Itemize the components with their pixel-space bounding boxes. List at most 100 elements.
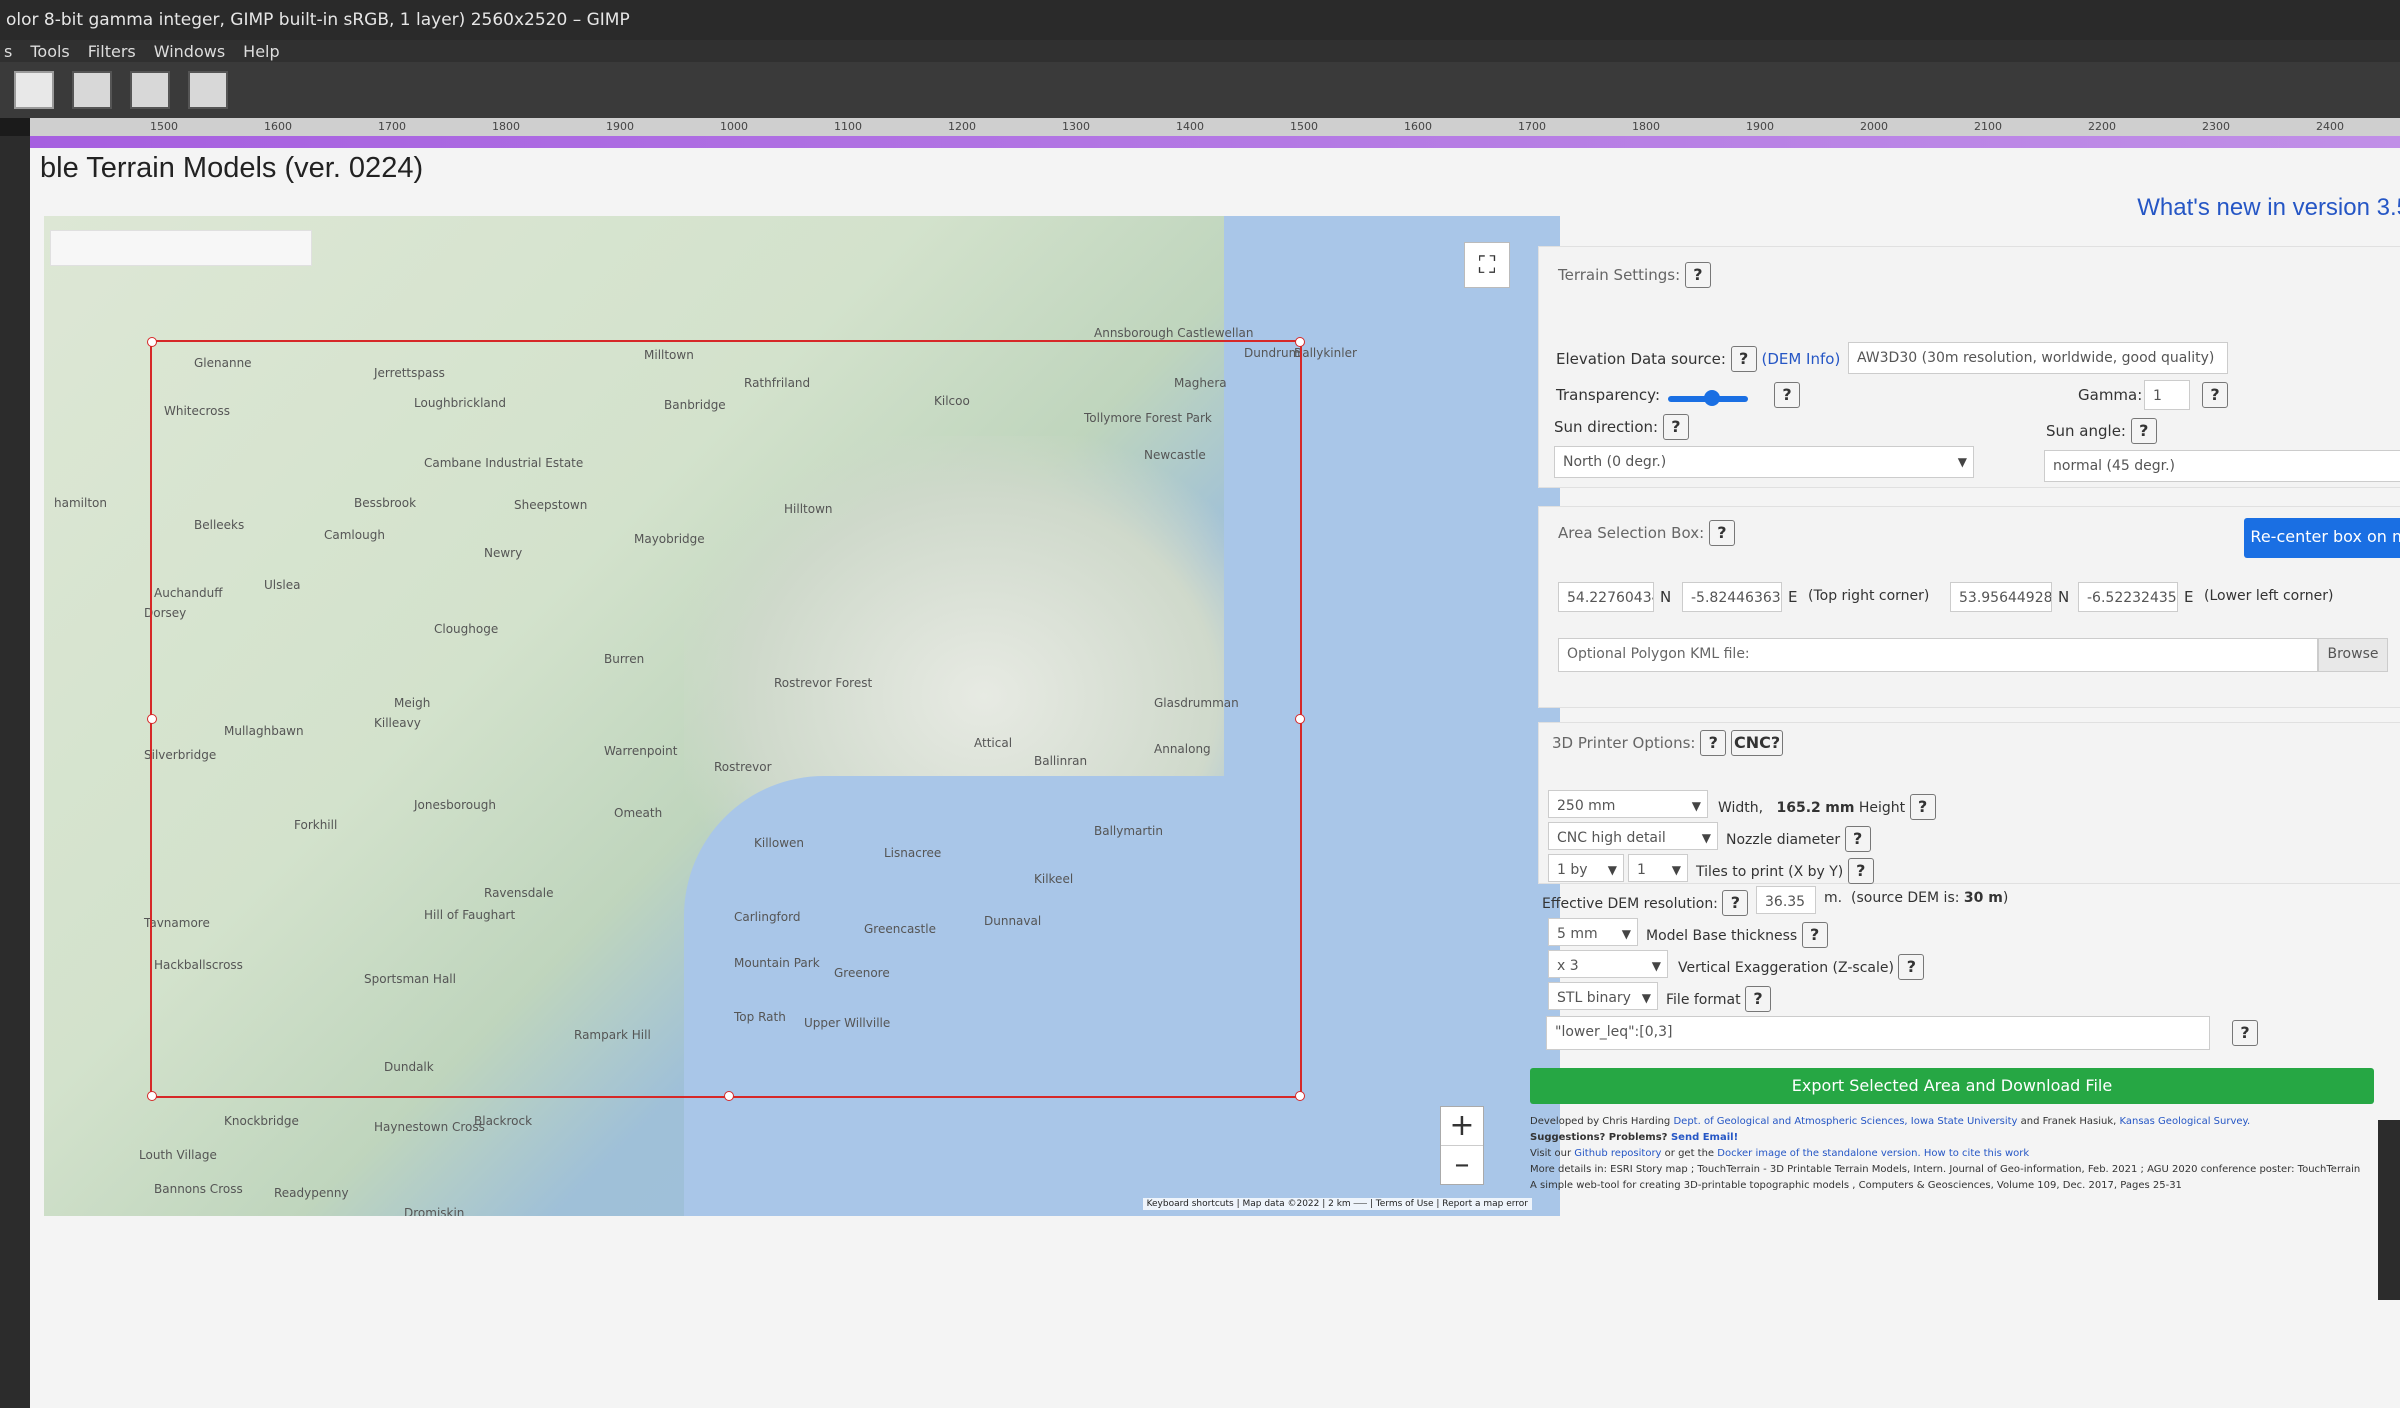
help-button[interactable]: ? xyxy=(1730,346,1757,372)
map-place-label: Readypenny xyxy=(274,1186,349,1200)
box-corner-handle[interactable] xyxy=(147,337,157,347)
dem-info-link[interactable]: (DEM Info) xyxy=(1761,350,1840,368)
ruler-tick-label: 1200 xyxy=(948,120,976,133)
transparency-slider-knob[interactable] xyxy=(1704,390,1720,406)
chevron-down-icon: ▼ xyxy=(1671,863,1681,877)
dept-link[interactable]: Dept. of Geological and Atmospheric Scie… xyxy=(1673,1116,2017,1127)
detail-select[interactable]: CNC high detail ▼ xyxy=(1548,822,1718,850)
zoom-out-button[interactable]: – xyxy=(1441,1145,1483,1184)
help-button[interactable]: ? xyxy=(1898,954,1925,980)
low-lat-input[interactable]: 53.95644928 xyxy=(1950,582,2052,612)
browse-button[interactable]: Browse xyxy=(2318,638,2388,672)
file-format-select[interactable]: STL binary ▼ xyxy=(1548,982,1658,1010)
box-corner-handle[interactable] xyxy=(147,1091,157,1101)
help-button[interactable]: ? xyxy=(1774,382,1800,408)
ruler-tick-label: 1900 xyxy=(1746,120,1774,133)
box-corner-handle[interactable] xyxy=(1295,1091,1305,1101)
whats-new-link[interactable]: What's new in version 3.5 xyxy=(2137,194,2400,222)
help-button[interactable]: ? xyxy=(1708,520,1735,546)
ruler-tick-label: 1700 xyxy=(1518,120,1546,133)
help-button[interactable]: ? xyxy=(1700,730,1727,756)
menu-item-partial[interactable]: s xyxy=(4,42,12,61)
send-email-link[interactable]: Send Email! xyxy=(1671,1132,1738,1143)
help-button[interactable]: ? xyxy=(1844,826,1871,852)
ruler-tick-label: 1300 xyxy=(1062,120,1090,133)
map-view[interactable]: Glenanne Jerrettspass Milltown Rathfriland A… xyxy=(44,216,1560,1216)
map-search-box[interactable] xyxy=(50,230,312,266)
help-button[interactable]: ? xyxy=(1801,922,1828,948)
z-scale-label: Vertical Exaggeration (Z-scale) ? xyxy=(1678,954,1925,980)
low-lon-input[interactable]: -6.522324355 xyxy=(2078,582,2178,612)
menu-item-filters[interactable]: Filters xyxy=(88,42,136,61)
map-place-label: Blackrock xyxy=(474,1114,533,1128)
help-button[interactable]: ? xyxy=(1684,262,1711,288)
help-button[interactable]: ? xyxy=(1722,890,1749,916)
top-lat-input[interactable]: 54.22760434 xyxy=(1558,582,1654,612)
footer-github: Visit our Github repository or get the D… xyxy=(1530,1148,2030,1159)
base-thickness-select[interactable]: 5 mm ▼ xyxy=(1548,918,1638,946)
zoom-in-button[interactable]: + xyxy=(1441,1107,1483,1145)
area-selection-box[interactable] xyxy=(147,337,1305,1101)
recenter-box-button[interactable]: Re-center box on map xyxy=(2244,518,2400,558)
terrain-settings-label: Terrain Settings: ? xyxy=(1558,262,1711,288)
tiles-y-select[interactable]: 1 ▼ xyxy=(1628,854,1688,882)
sun-angle-select[interactable]: normal (45 degr.) xyxy=(2044,450,2400,482)
gimp-layers-dock[interactable] xyxy=(2378,1120,2400,1300)
ruler-tick-label: 1500 xyxy=(1290,120,1318,133)
footer-reference: A simple web-tool for creating 3D-printa… xyxy=(1530,1180,2182,1191)
print-size-select[interactable]: 250 mm ▼ xyxy=(1548,790,1708,818)
base-thickness-label: Model Base thickness ? xyxy=(1646,922,1828,948)
gamma-input[interactable]: 1 xyxy=(2144,380,2190,410)
nozzle-diameter-label: Nozzle diameter ? xyxy=(1726,826,1871,852)
sun-direction-label: Sun direction: ? xyxy=(1554,414,1689,440)
menu-item-tools[interactable]: Tools xyxy=(30,42,69,61)
kml-file-input[interactable]: Optional Polygon KML file: xyxy=(1558,638,2318,672)
fullscreen-icon[interactable]: ⛶ xyxy=(1464,242,1510,288)
github-link[interactable]: Github repository xyxy=(1574,1148,1661,1159)
box-corner-handle[interactable] xyxy=(1295,337,1305,347)
image-tab-thumbnail[interactable] xyxy=(188,71,228,109)
help-button[interactable]: ? xyxy=(2130,418,2157,444)
tiles-x-select[interactable]: 1 by ▼ xyxy=(1548,854,1624,882)
image-tab-thumbnail[interactable] xyxy=(130,71,170,109)
menu-item-windows[interactable]: Windows xyxy=(154,42,225,61)
box-edge-handle[interactable] xyxy=(1295,714,1305,724)
help-button[interactable]: ? xyxy=(1745,986,1772,1012)
kgs-link[interactable]: Kansas Geological Survey. xyxy=(2119,1116,2250,1127)
ruler-tick-label: 1100 xyxy=(834,120,862,133)
top-right-corner-label: (Top right corner) xyxy=(1808,588,1930,604)
sun-angle-label: Sun angle: ? xyxy=(2046,418,2157,444)
dem-resolution-unit: m. (source DEM is: 30 m) xyxy=(1824,890,2009,906)
map-place-label: Bannons Cross xyxy=(154,1182,243,1196)
horizontal-ruler[interactable]: 1500 1600 1700 1800 1900 1000 1100 1200 1300 1400… xyxy=(30,118,2400,137)
cite-link[interactable]: How to cite this work xyxy=(1924,1148,2029,1159)
map-attribution[interactable]: Keyboard shortcuts | Map data ©2022 | 2 … xyxy=(1142,1198,1532,1210)
z-scale-select[interactable]: x 3 ▼ xyxy=(1548,950,1668,978)
box-edge-handle[interactable] xyxy=(147,714,157,724)
tiles-label: Tiles to print (X by Y) ? xyxy=(1696,858,1874,884)
image-tab-thumbnail[interactable] xyxy=(72,71,112,109)
docker-link[interactable]: Docker image of the standalone version. xyxy=(1717,1148,1920,1159)
image-canvas: ble Terrain Models (ver. 0224) What's ne… xyxy=(30,136,2400,1408)
export-download-button[interactable]: Export Selected Area and Download File xyxy=(1530,1068,2374,1104)
ruler-tick-label: 1600 xyxy=(1404,120,1432,133)
menu-item-help[interactable]: Help xyxy=(243,42,279,61)
image-tab-thumbnail[interactable] xyxy=(14,71,54,109)
help-button[interactable]: ? xyxy=(2232,1020,2258,1046)
chevron-down-icon: ▼ xyxy=(1957,455,1967,469)
vertical-ruler[interactable] xyxy=(0,136,30,1408)
footer-credits: Developed by Chris Harding Dept. of Geol… xyxy=(1530,1116,2251,1127)
help-button[interactable]: ? xyxy=(1662,414,1689,440)
cnc-help-button[interactable]: CNC? xyxy=(1731,730,1784,756)
map-place-label: Ballykinler xyxy=(1294,346,1357,360)
help-button[interactable]: ? xyxy=(1847,858,1874,884)
top-lon-input[interactable]: -5.824463637 xyxy=(1682,582,1782,612)
sun-direction-select[interactable]: North (0 degr.) ▼ xyxy=(1554,446,1974,478)
elevation-source-select[interactable]: AW3D30 (30m resolution, worldwide, good … xyxy=(1848,342,2228,374)
map-place-label: Annsborough Castlewellan xyxy=(1094,326,1254,340)
chevron-down-icon: ▼ xyxy=(1651,959,1661,973)
extra-args-input[interactable]: "lower_leq":[0,3] xyxy=(1546,1016,2210,1050)
help-button[interactable]: ? xyxy=(2202,382,2228,408)
help-button[interactable]: ? xyxy=(1909,794,1936,820)
box-edge-handle[interactable] xyxy=(724,1091,734,1101)
